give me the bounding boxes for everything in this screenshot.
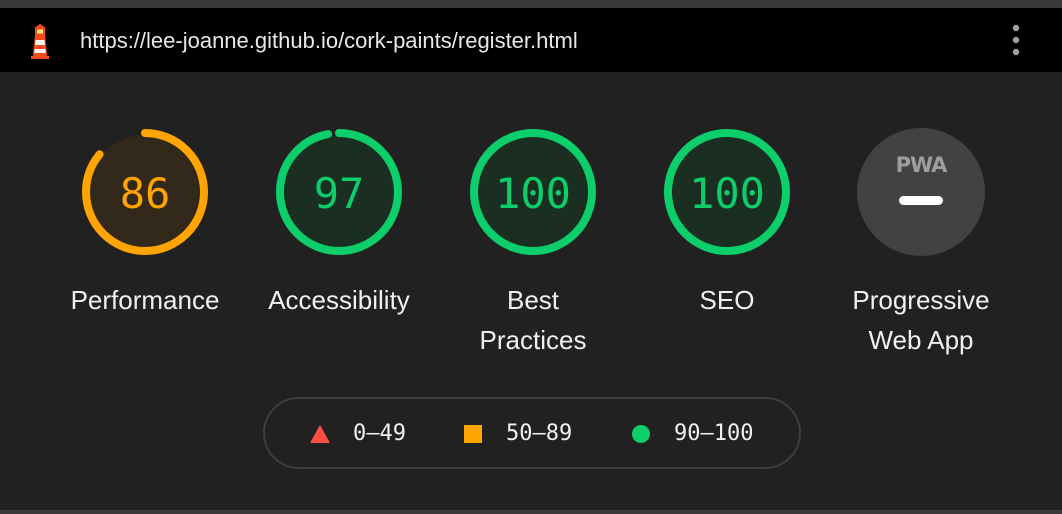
triangle-icon: [310, 425, 330, 443]
square-icon: [464, 425, 482, 443]
gauge-pwa-label-line2: Web App: [868, 325, 974, 355]
gauge-accessibility-ring: 97: [276, 129, 402, 255]
gauge-accessibility-label-line1: Accessibility: [268, 285, 410, 315]
window-bottom-edge: [0, 510, 1062, 514]
gauge-performance-score: 86: [120, 169, 171, 218]
gauge-seo-label-line1: SEO: [699, 285, 755, 315]
gauge-best-practices-ring: 100: [470, 129, 596, 255]
gauge-pwa-label-line1: Progressive: [852, 285, 990, 315]
window-top-edge: [0, 0, 1062, 8]
gauge-accessibility[interactable]: 97 Accessibility: [239, 128, 439, 368]
gauge-pwa-label: Progressive Web App: [821, 280, 1021, 360]
lighthouse-report-summary: https://lee-joanne.github.io/cork-paints…: [0, 0, 1062, 514]
gauge-seo-label: SEO: [627, 280, 827, 320]
gauge-performance-label: Performance: [45, 280, 245, 320]
gauge-best-practices-label-line1: Best: [506, 285, 560, 315]
gauge-accessibility-score: 97: [314, 169, 365, 218]
gauge-seo[interactable]: 100 SEO: [627, 128, 827, 368]
circle-icon: [632, 425, 650, 443]
lighthouse-logo-icon: [31, 24, 49, 59]
gauge-best-practices-label-line2: Practices: [479, 325, 587, 355]
legend-range-pass: 90–100: [674, 421, 754, 446]
gauge-performance[interactable]: 86 Performance: [45, 128, 245, 368]
gauge-seo-score: 100: [689, 169, 765, 218]
gauge-seo-ring: 100: [664, 129, 790, 255]
report-topbar: https://lee-joanne.github.io/cork-paints…: [0, 8, 1062, 72]
gauge-best-practices-label: Best Practices: [433, 280, 633, 360]
gauge-pwa[interactable]: PWA Progressive Web App: [821, 128, 1021, 368]
vertical-dots-menu-icon[interactable]: [1004, 22, 1028, 58]
legend-range-fail: 0–49: [353, 421, 406, 446]
gauge-best-practices-score: 100: [495, 169, 571, 218]
page-url: https://lee-joanne.github.io/cork-paints…: [80, 28, 578, 53]
pwa-dash-icon: [899, 196, 943, 205]
gauge-best-practices[interactable]: 100 Best Practices: [433, 128, 633, 368]
score-scale-legend: 0–49 50–89 90–100: [263, 397, 801, 469]
gauge-accessibility-label: Accessibility: [239, 280, 439, 320]
gauge-performance-label-line1: Performance: [70, 285, 220, 315]
gauge-performance-ring: 86: [82, 129, 208, 255]
pwa-badge-icon: PWA: [857, 128, 985, 256]
legend-range-average: 50–89: [506, 421, 573, 446]
pwa-badge-text: PWA: [896, 153, 949, 177]
